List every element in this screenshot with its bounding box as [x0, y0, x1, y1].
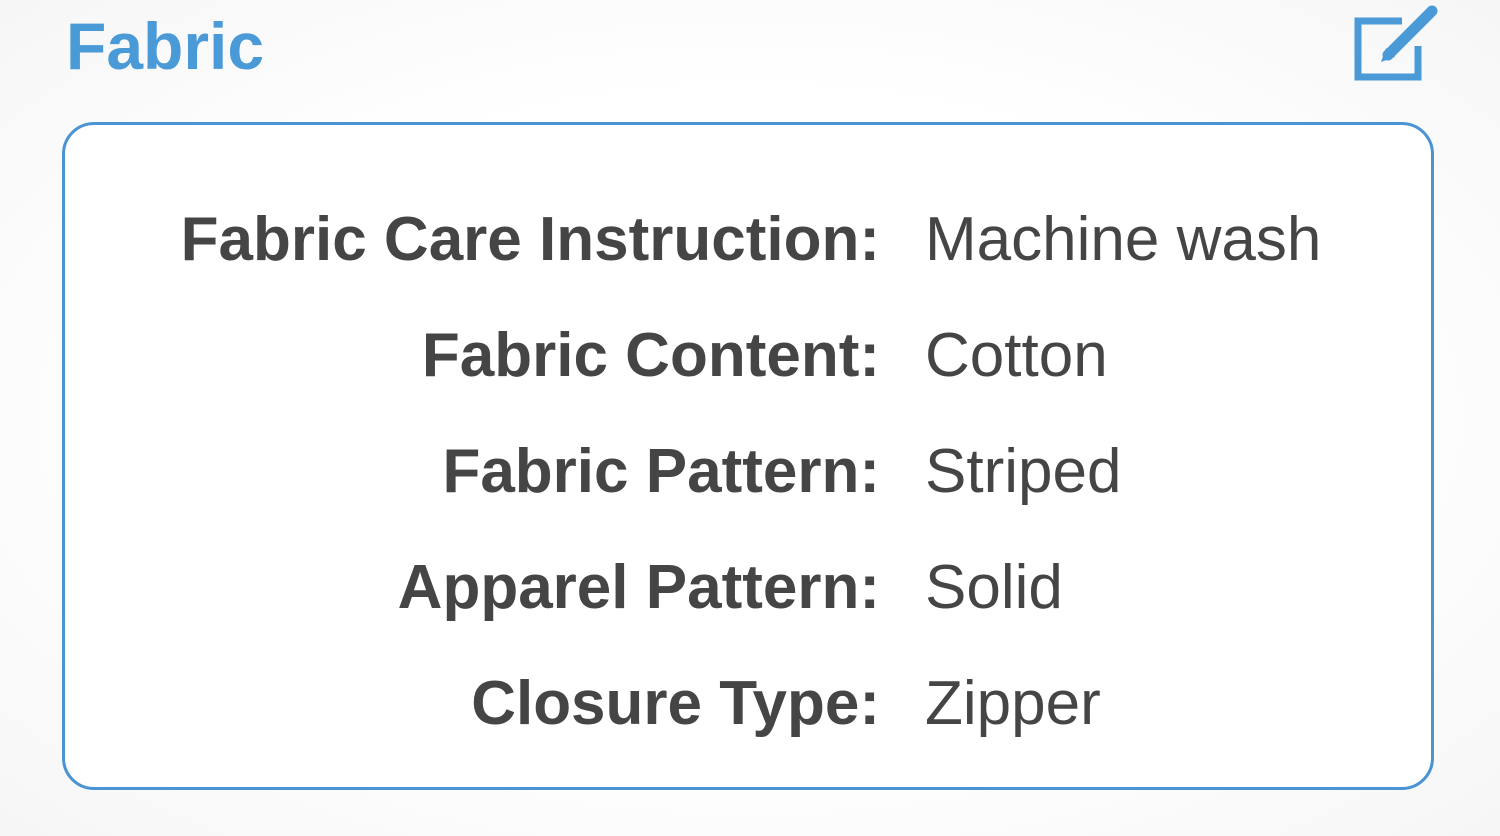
- attribute-label: Fabric Content:: [421, 320, 880, 390]
- attribute-row-fabric-pattern: Fabric Pattern: Striped: [65, 413, 1431, 529]
- section-title: Fabric: [66, 9, 265, 83]
- attribute-row-apparel-pattern: Apparel Pattern: Solid: [65, 529, 1431, 645]
- attribute-value: Zipper: [925, 668, 1101, 738]
- attribute-label: Fabric Care Instruction:: [180, 204, 880, 274]
- attribute-label: Apparel Pattern:: [397, 552, 880, 622]
- attribute-value: Striped: [925, 436, 1122, 506]
- attribute-value: Cotton: [925, 320, 1108, 390]
- attribute-row-closure-type: Closure Type: Zipper: [65, 645, 1431, 761]
- fabric-details-card: Fabric Care Instruction: Machine wash Fa…: [62, 122, 1434, 790]
- attribute-label: Closure Type:: [471, 668, 880, 738]
- fabric-section: Fabric Fabric Care Instruction: Machine …: [0, 0, 1500, 836]
- attribute-row-fabric-content: Fabric Content: Cotton: [65, 297, 1431, 413]
- edit-icon: [1354, 5, 1438, 81]
- attribute-value: Solid: [925, 552, 1063, 622]
- attribute-row-fabric-care: Fabric Care Instruction: Machine wash: [65, 181, 1431, 297]
- attribute-value: Machine wash: [925, 204, 1322, 274]
- attribute-label: Fabric Pattern:: [442, 436, 880, 506]
- attribute-list: Fabric Care Instruction: Machine wash Fa…: [65, 181, 1431, 761]
- edit-button[interactable]: [1350, 4, 1440, 84]
